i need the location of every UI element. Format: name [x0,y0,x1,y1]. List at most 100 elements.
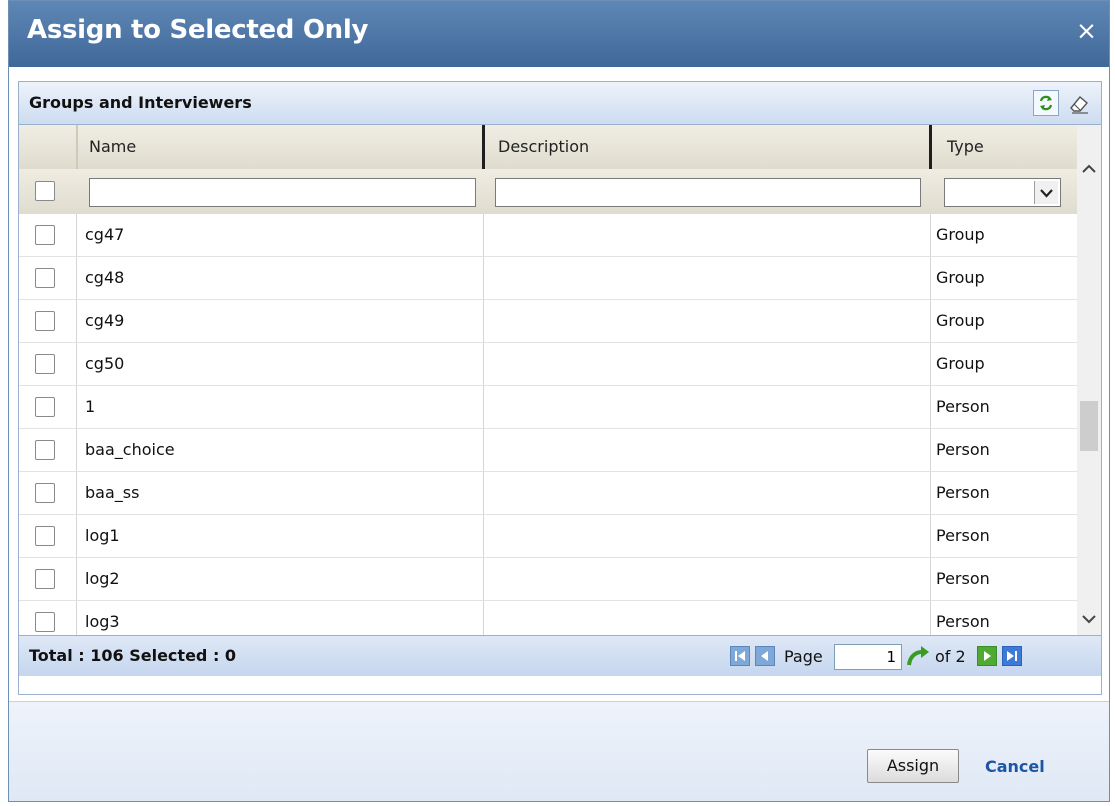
row-name: cg49 [85,311,125,330]
cell-divider [483,386,484,428]
page-count-label: of 2 [935,647,966,666]
row-type: Group [936,311,985,330]
row-checkbox[interactable] [35,354,55,374]
cell-divider [483,515,484,557]
row-checkbox[interactable] [35,397,55,417]
grid-header: Name Description Type [19,125,1077,170]
scroll-thumb[interactable] [1080,401,1098,451]
cell-divider [483,300,484,342]
cell-divider [930,558,931,600]
refresh-icon[interactable] [1033,90,1059,116]
table-row[interactable]: log1 Person [19,515,1077,558]
cell-divider [76,343,77,385]
row-name: 1 [85,397,96,416]
table-row[interactable]: 1 Person [19,386,1077,429]
row-name: log3 [85,612,120,631]
cell-divider [930,429,931,471]
row-checkbox[interactable] [35,440,55,460]
go-to-page-icon[interactable] [905,644,931,670]
cell-divider [76,515,77,557]
table-row[interactable]: log2 Person [19,558,1077,601]
type-filter-select[interactable] [944,178,1061,207]
dialog-title: Assign to Selected Only [27,15,369,45]
vertical-scrollbar[interactable] [1077,125,1101,635]
row-name: cg48 [85,268,125,287]
last-page-icon[interactable] [1002,646,1022,666]
chevron-down-icon[interactable] [1034,181,1058,204]
cell-divider [76,300,77,342]
cell-divider [483,214,484,256]
row-checkbox[interactable] [35,612,55,632]
cell-divider [930,257,931,299]
table-row[interactable]: baa_choice Person [19,429,1077,472]
cell-divider [483,257,484,299]
row-name: log1 [85,526,120,545]
row-checkbox[interactable] [35,569,55,589]
cell-divider [930,214,931,256]
pager: Page 1 of 2 [730,644,1095,670]
table-row[interactable]: baa_ss Person [19,472,1077,515]
scroll-down-icon[interactable] [1079,608,1099,630]
row-name: log2 [85,569,120,588]
assign-button[interactable]: Assign [867,749,959,783]
table-row[interactable]: cg47 Group [19,214,1077,257]
first-page-icon[interactable] [730,646,750,666]
cell-divider [930,343,931,385]
groups-panel: Groups and Interviewers Name Description… [18,81,1102,695]
scroll-up-icon[interactable] [1079,158,1099,180]
table-row[interactable]: cg48 Group [19,257,1077,300]
table-row[interactable]: cg50 Group [19,343,1077,386]
cancel-link[interactable]: Cancel [985,757,1045,776]
total-selected-summary: Total : 106 Selected : 0 [29,646,237,665]
row-type: Group [936,225,985,244]
cell-divider [483,472,484,514]
row-checkbox[interactable] [35,483,55,503]
cell-divider [76,601,77,635]
grid-rows: cg47 Group cg48 Group cg49 Group cg50 Group 1 Per… [19,214,1077,635]
cell-divider [930,601,931,635]
cell-divider [930,300,931,342]
row-name: cg47 [85,225,125,244]
row-checkbox[interactable] [35,268,55,288]
filter-row [19,169,1077,215]
page-label: Page [784,647,823,666]
cell-divider [930,472,931,514]
cell-divider [483,601,484,635]
cell-divider [76,214,77,256]
cell-divider [930,386,931,428]
row-checkbox[interactable] [35,225,55,245]
page-number-input[interactable]: 1 [834,644,902,670]
cell-divider [76,429,77,471]
row-type: Person [936,397,990,416]
column-header-type[interactable]: Type [935,125,984,169]
cell-divider [76,472,77,514]
eraser-icon[interactable] [1065,90,1091,116]
grid-footer: Total : 106 Selected : 0 Page 1 of 2 [19,635,1101,676]
column-header-description[interactable]: Description [486,125,589,169]
row-type: Group [936,354,985,373]
cell-divider [483,429,484,471]
description-filter-input[interactable] [495,178,921,207]
cell-divider [76,386,77,428]
cell-divider [76,257,77,299]
dialog-titlebar: Assign to Selected Only × [9,1,1109,67]
row-checkbox[interactable] [35,526,55,546]
cell-divider [76,558,77,600]
row-checkbox[interactable] [35,311,55,331]
table-row[interactable]: log3 Person [19,601,1077,635]
row-type: Person [936,612,990,631]
cell-divider [483,558,484,600]
table-row[interactable]: cg49 Group [19,300,1077,343]
panel-title: Groups and Interviewers [29,93,252,112]
previous-page-icon[interactable] [755,646,775,666]
assign-dialog: Assign to Selected Only × Groups and Int… [8,0,1110,802]
next-page-icon[interactable] [977,646,997,666]
column-header-name[interactable]: Name [77,125,136,169]
row-name: baa_choice [85,440,175,459]
row-name: cg50 [85,354,125,373]
close-icon[interactable]: × [1076,16,1097,46]
name-filter-input[interactable] [89,178,476,207]
select-all-checkbox[interactable] [35,181,55,201]
row-type: Person [936,440,990,459]
row-type: Group [936,268,985,287]
